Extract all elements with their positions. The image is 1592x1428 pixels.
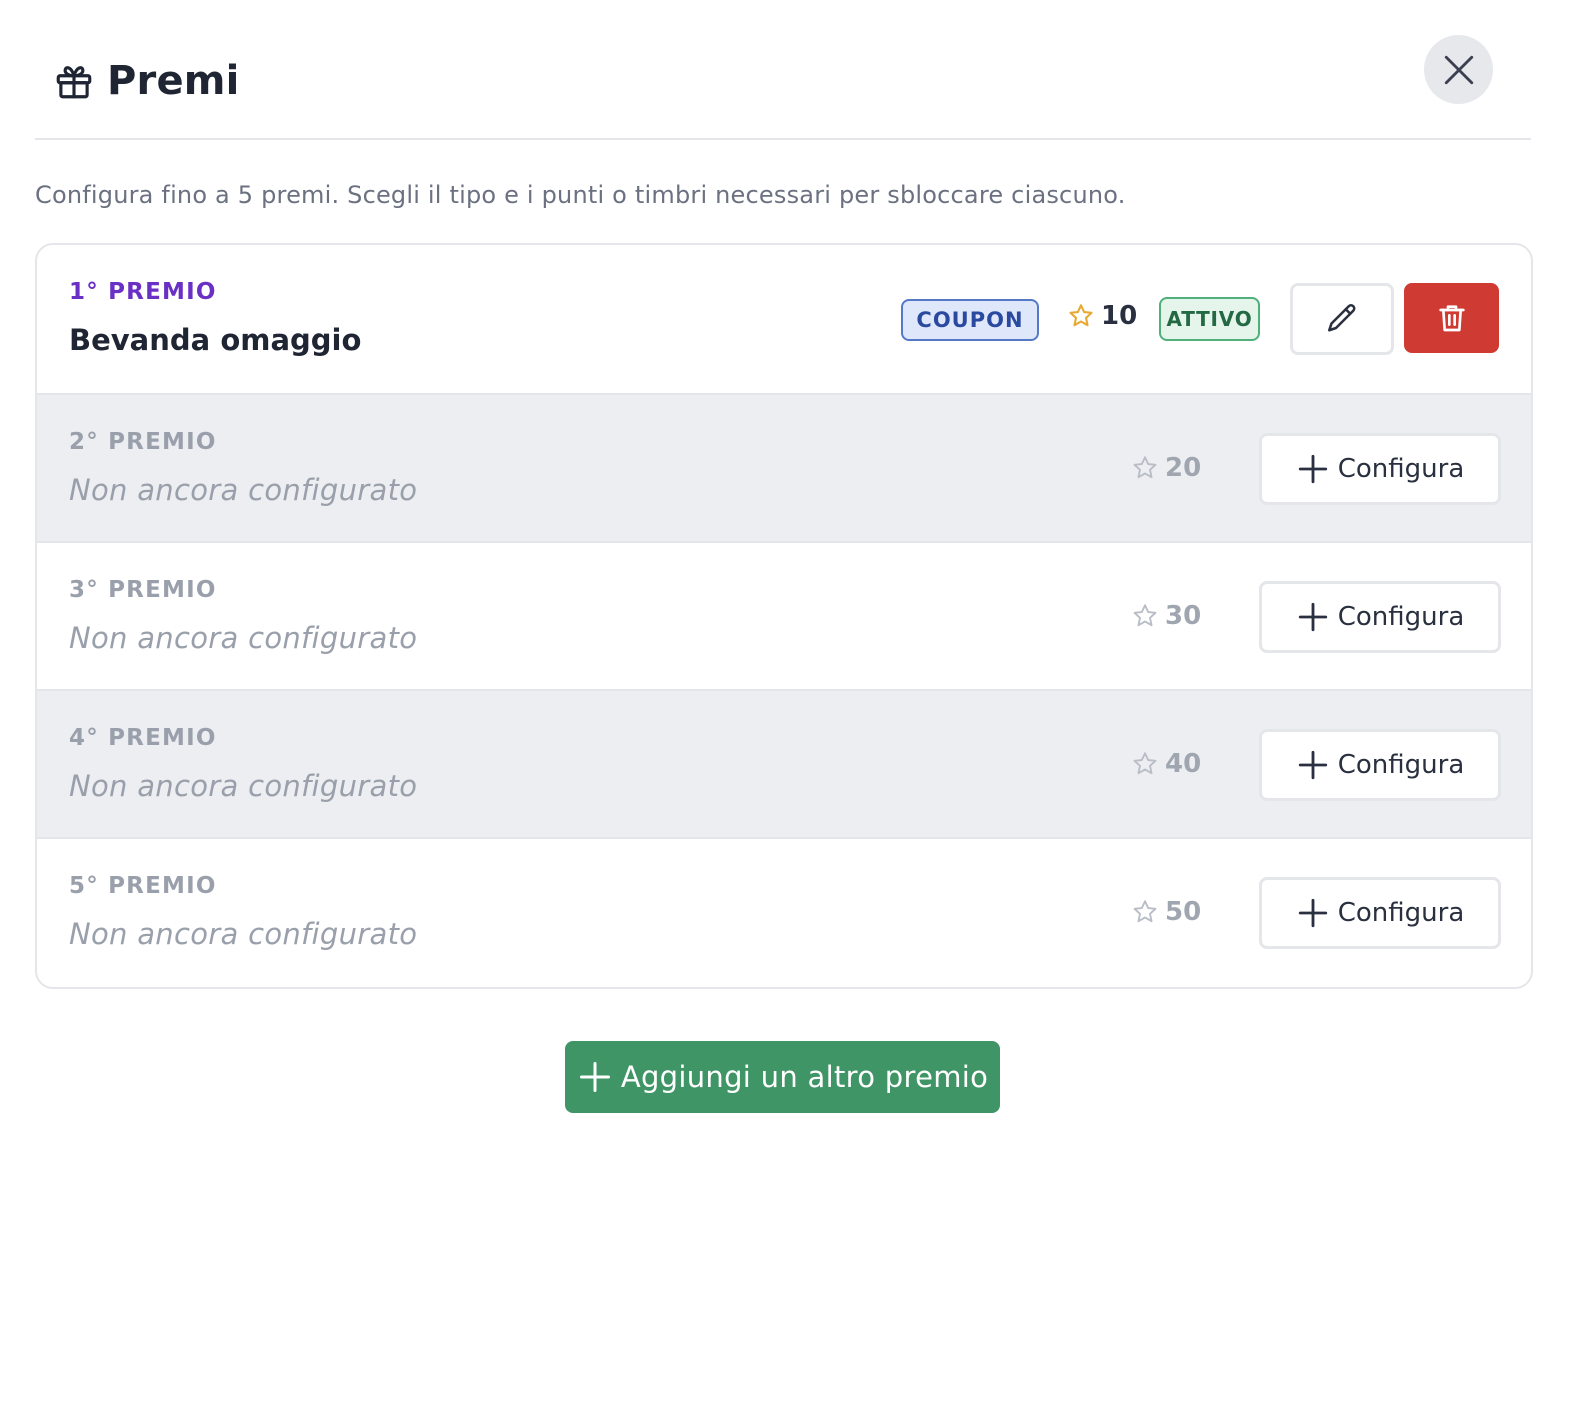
prize-points: 30 (1131, 601, 1201, 631)
prize-row-1: 1° PREMIO Bevanda omaggio COUPON 10 ATTI… (37, 245, 1531, 393)
configure-button[interactable]: Configura (1259, 877, 1501, 949)
prize-points: 40 (1131, 749, 1201, 779)
configure-label: Configura (1337, 454, 1465, 484)
close-icon (1444, 55, 1473, 84)
prize-placeholder: Non ancora configurato (69, 917, 418, 951)
prize-rank: 4° PREMIO (69, 725, 217, 751)
prize-placeholder: Non ancora configurato (69, 769, 418, 803)
prize-row-2: 2° PREMIO Non ancora configurato 20 Conf… (37, 393, 1531, 541)
header-title-group: Premi (53, 58, 240, 104)
star-icon (1133, 752, 1157, 775)
configure-button[interactable]: Configura (1259, 729, 1501, 801)
plus-icon (579, 1062, 610, 1092)
pencil-icon (1327, 304, 1356, 332)
description-text: Configura fino a 5 premi. Scegli il tipo… (35, 181, 1126, 209)
trash-icon (1438, 305, 1465, 332)
status-badge: ATTIVO (1159, 297, 1260, 341)
points-value: 10 (1101, 301, 1138, 331)
prize-points: 20 (1131, 453, 1201, 483)
gift-icon (56, 66, 92, 99)
configure-label: Configura (1337, 750, 1465, 780)
star-icon (1133, 900, 1157, 923)
plus-icon (1298, 750, 1327, 780)
plus-icon (1298, 454, 1327, 484)
plus-icon (1298, 602, 1327, 632)
type-badge: COUPON (901, 299, 1039, 341)
prizes-card: 1° PREMIO Bevanda omaggio COUPON 10 ATTI… (35, 243, 1533, 989)
prize-row-5: 5° PREMIO Non ancora configurato 50 Conf… (37, 837, 1531, 985)
configure-label: Configura (1337, 898, 1465, 928)
delete-button[interactable] (1404, 283, 1499, 353)
prize-rank: 3° PREMIO (69, 577, 217, 603)
add-prize-label: Aggiungi un altro premio (620, 1060, 989, 1094)
configure-label: Configura (1337, 602, 1465, 632)
page-title: Premi (107, 58, 240, 104)
close-button[interactable] (1424, 35, 1493, 104)
prize-rank: 1° PREMIO (69, 279, 217, 305)
prize-row-3: 3° PREMIO Non ancora configurato 30 Conf… (37, 541, 1531, 689)
points-value: 20 (1165, 453, 1202, 483)
modal-header: Premi (35, 0, 1531, 140)
prize-points: 50 (1131, 897, 1201, 927)
plus-icon (1298, 898, 1327, 928)
prize-rank: 2° PREMIO (69, 429, 217, 455)
prize-row-4: 4° PREMIO Non ancora configurato 40 Conf… (37, 689, 1531, 837)
star-icon (1133, 604, 1157, 627)
edit-button[interactable] (1290, 283, 1394, 355)
points-value: 50 (1165, 897, 1202, 927)
configure-button[interactable]: Configura (1259, 581, 1501, 653)
points-value: 40 (1165, 749, 1202, 779)
prize-rank: 5° PREMIO (69, 873, 217, 899)
prize-name: Bevanda omaggio (69, 323, 362, 357)
configure-button[interactable]: Configura (1259, 433, 1501, 505)
prize-points: 10 (1067, 301, 1137, 331)
star-icon (1133, 456, 1157, 479)
prize-placeholder: Non ancora configurato (69, 621, 418, 655)
points-value: 30 (1165, 601, 1202, 631)
star-icon (1069, 304, 1093, 327)
prize-placeholder: Non ancora configurato (69, 473, 418, 507)
add-prize-button[interactable]: Aggiungi un altro premio (565, 1041, 1000, 1113)
